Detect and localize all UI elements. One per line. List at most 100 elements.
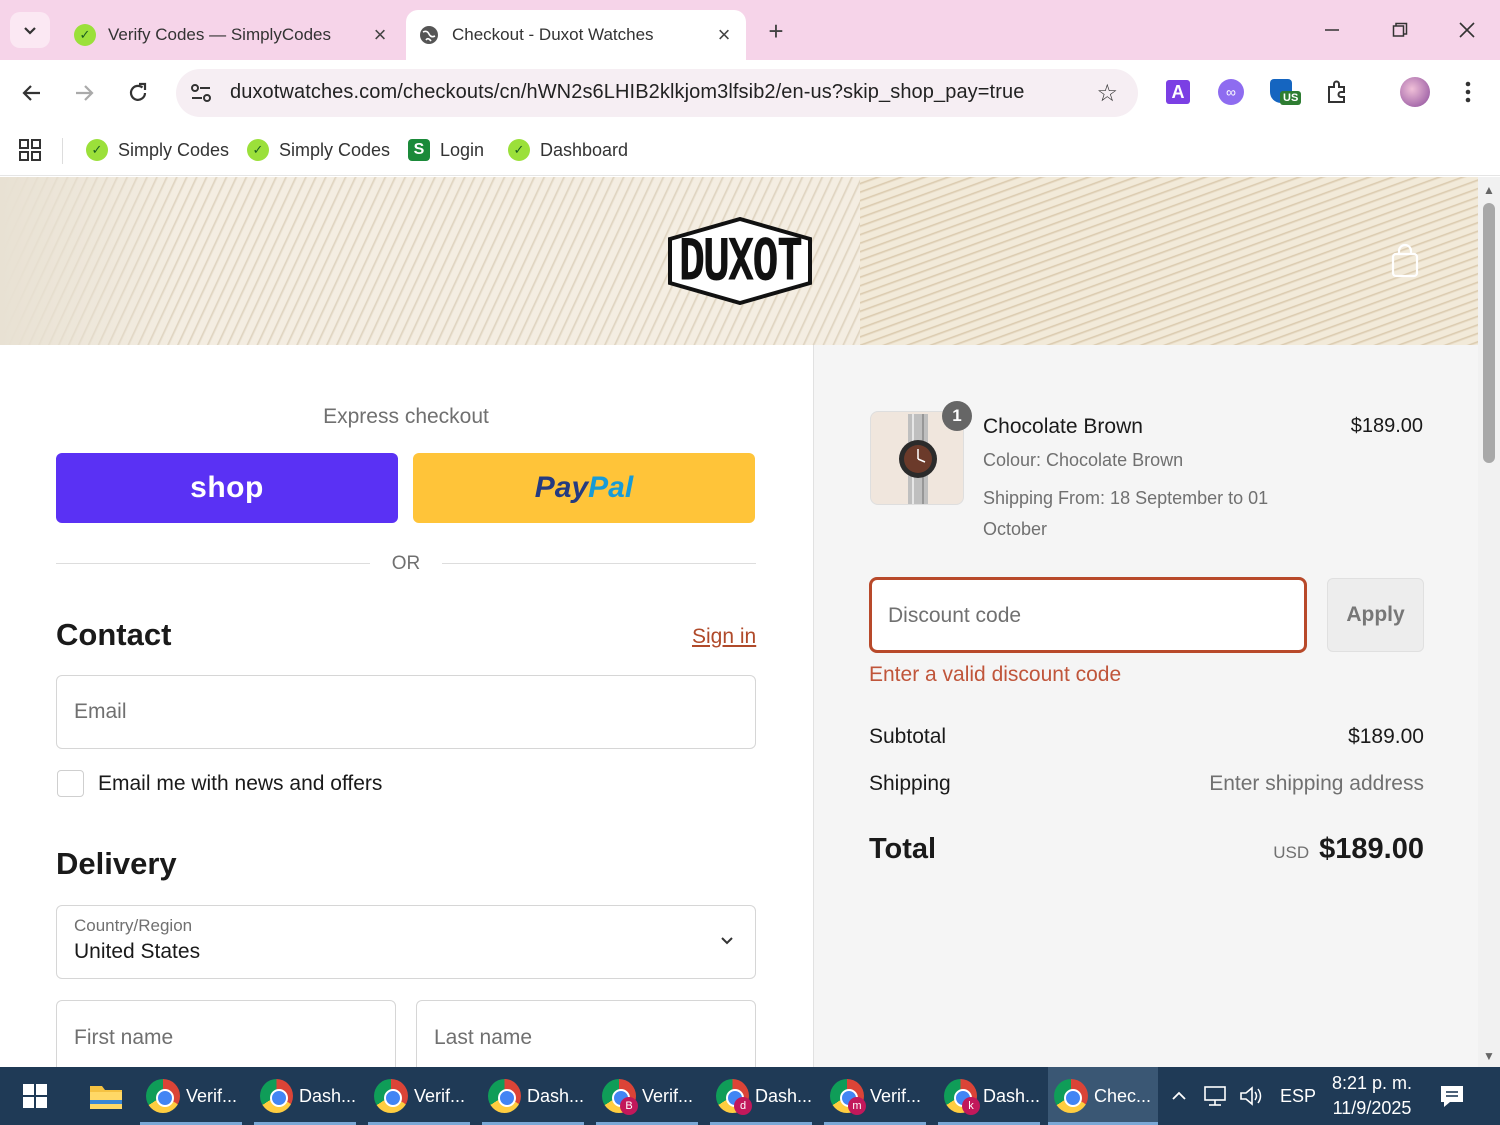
news-offers-label[interactable]: Email me with news and offers [98, 772, 382, 796]
extension-a-icon[interactable]: A [1163, 77, 1193, 107]
taskbar-item-label: Dash... [754, 1085, 812, 1106]
extension-link-icon[interactable]: ∞ [1216, 77, 1246, 107]
chrome-icon [488, 1079, 521, 1113]
first-name-placeholder: First name [74, 1026, 174, 1049]
extensions-puzzle-icon[interactable] [1322, 77, 1352, 107]
bookmark-star-icon[interactable]: ☆ [1096, 79, 1118, 108]
bookmark-divider [62, 138, 63, 164]
order-summary: 1 Chocolate Brown $189.00 Colour: Chocol… [813, 345, 1478, 1067]
chrome-icon: B [602, 1079, 638, 1115]
folder-icon [90, 1086, 122, 1109]
start-button[interactable] [0, 1067, 70, 1125]
address-bar[interactable]: duxotwatches.com/checkouts/cn/hWN2s6LHIB… [176, 69, 1138, 117]
shop-pay-button[interactable]: shop [56, 453, 398, 523]
apply-label: Apply [1346, 603, 1405, 626]
simplycodes-icon: ✓ [247, 139, 269, 161]
scroll-down-arrow-icon[interactable]: ▼ [1483, 1049, 1495, 1063]
taskbar-chrome-window[interactable]: Chec... [1048, 1067, 1158, 1125]
tab-checkout[interactable]: Checkout - Duxot Watches × [406, 10, 746, 60]
taskbar-chrome-window[interactable]: B Verif... [596, 1067, 698, 1125]
taskbar-chrome-window[interactable]: m Verif... [824, 1067, 926, 1125]
bookmark-login[interactable]: S Login [408, 136, 484, 164]
chrome-icon: m [830, 1079, 866, 1115]
minimize-button[interactable] [1312, 12, 1352, 48]
taskbar-chrome-window[interactable]: k Dash... [938, 1067, 1040, 1125]
profile-avatar[interactable] [1400, 77, 1430, 107]
last-name-field[interactable]: Last name [416, 1000, 756, 1067]
reload-icon [129, 82, 147, 101]
page-scrollbar[interactable]: ▲ ▼ [1478, 177, 1500, 1067]
bookmark-simply-codes-1[interactable]: ✓ Simply Codes [86, 136, 229, 164]
bookmark-label: Login [440, 139, 485, 160]
total-row: Total USD $189.00 [869, 833, 1424, 866]
store-logo[interactable]: DUXOT [666, 216, 814, 306]
taskbar-chrome-window[interactable]: Dash... [482, 1067, 584, 1125]
divider-right [442, 563, 756, 564]
chrome-icon: k [944, 1079, 980, 1115]
chrome-icon [374, 1079, 408, 1113]
site-info-icon[interactable] [188, 81, 214, 105]
first-name-field[interactable]: First name [56, 1000, 396, 1067]
forward-button[interactable] [64, 73, 104, 113]
taskbar-item-label: Chec... [1094, 1085, 1152, 1106]
taskbar-item-label: Verif... [414, 1085, 466, 1106]
network-icon[interactable] [1203, 1067, 1229, 1125]
close-window-button[interactable] [1447, 12, 1487, 48]
sign-in-link[interactable]: Sign in [692, 625, 756, 649]
bookmarks-bar: ✓ Simply Codes ✓ Simply Codes S Login ✓ … [0, 126, 1500, 176]
apply-discount-button[interactable]: Apply [1327, 578, 1424, 652]
taskbar-chrome-window[interactable]: Verif... [368, 1067, 470, 1125]
extension-vpn-icon[interactable]: US [1270, 77, 1302, 107]
checkout-page: DUXOT Express checkout shop Pay Pal OR Co… [0, 177, 1478, 1067]
bookmark-simply-codes-2[interactable]: ✓ Simply Codes [247, 136, 390, 164]
back-button[interactable] [12, 73, 52, 113]
taskbar-chrome-window[interactable]: Verif... [140, 1067, 242, 1125]
notification-icon [1441, 1086, 1463, 1107]
taskbar-chrome-window[interactable]: d Dash... [710, 1067, 812, 1125]
email-field[interactable]: Email [56, 675, 756, 749]
new-tab-button[interactable]: + [760, 16, 792, 46]
taskbar-chrome-window[interactable]: Dash... [254, 1067, 356, 1125]
discount-placeholder: Discount code [888, 604, 1022, 627]
chevron-down-icon [719, 932, 735, 953]
taskbar-item-label: Dash... [298, 1085, 356, 1106]
country-select[interactable]: Country/Region United States [56, 905, 756, 979]
clock-date: 11/9/2025 [1332, 1098, 1412, 1118]
bookmark-dashboard[interactable]: ✓ Dashboard [508, 136, 628, 164]
tab-verify-codes[interactable]: ✓ Verify Codes — SimplyCodes × [62, 10, 402, 60]
paypal-label-pal: Pal [588, 471, 634, 504]
browser-menu-icon[interactable] [1453, 77, 1483, 107]
close-tab-icon[interactable]: × [710, 21, 738, 49]
reload-button[interactable] [118, 73, 158, 113]
country-label: Country/Region [74, 916, 193, 935]
minimize-icon [1325, 29, 1339, 31]
bookmark-label: Simply Codes [279, 139, 391, 160]
scrollbar-thumb[interactable] [1483, 203, 1495, 463]
taskbar-item-label: Verif... [186, 1085, 238, 1106]
windows-logo-icon [23, 1084, 47, 1108]
system-clock[interactable]: 8:21 p. m. 11/9/2025 [1330, 1071, 1414, 1121]
product-price: $189.00 [1350, 415, 1423, 437]
restore-button[interactable] [1380, 12, 1420, 48]
chrome-icon [1054, 1079, 1088, 1113]
logo-text: DUXOT [678, 227, 803, 294]
language-indicator[interactable]: ESP [1280, 1067, 1316, 1125]
close-tab-icon[interactable]: × [366, 21, 394, 49]
paypal-button[interactable]: Pay Pal [413, 453, 755, 523]
notifications-button[interactable] [1438, 1067, 1466, 1125]
product-colour: Colour: Chocolate Brown [983, 450, 1184, 470]
news-offers-checkbox[interactable] [57, 770, 84, 797]
cart-bag-icon[interactable] [1388, 243, 1422, 279]
tab-title: Checkout - Duxot Watches [452, 25, 654, 44]
divider-left [56, 563, 370, 564]
profile-badge: m [848, 1097, 866, 1115]
total-currency: USD [1273, 843, 1310, 862]
file-explorer-button[interactable] [82, 1067, 130, 1125]
apps-grid-button[interactable] [18, 136, 42, 164]
show-hidden-icons-button[interactable] [1170, 1067, 1188, 1125]
discount-code-input[interactable]: Discount code [869, 577, 1307, 653]
volume-icon[interactable] [1238, 1067, 1264, 1125]
scroll-up-arrow-icon[interactable]: ▲ [1483, 183, 1495, 197]
simplycodes-icon: ✓ [86, 139, 108, 161]
tab-search-button[interactable] [10, 12, 50, 48]
